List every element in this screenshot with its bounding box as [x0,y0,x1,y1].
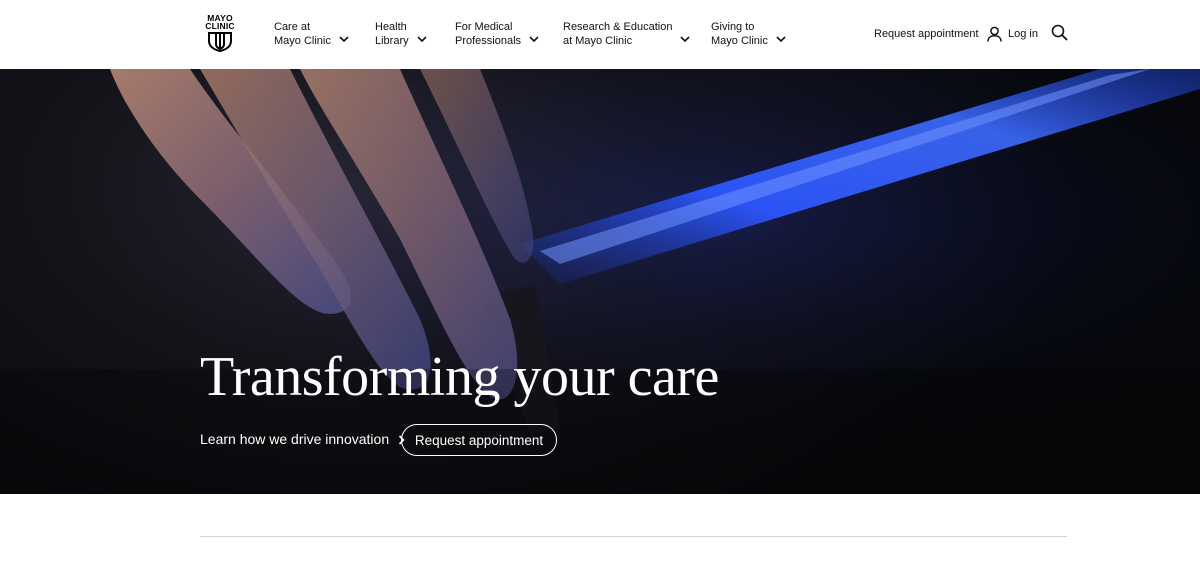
nav-health-library[interactable]: Health Library [375,19,427,49]
hero-background-image [0,69,1200,494]
nav-label-line2: at Mayo Clinic [563,35,633,47]
header-request-appointment-link[interactable]: Request appointment [874,24,979,44]
user-icon [987,26,1002,42]
chevron-down-icon [529,35,539,42]
nav-care-at-mayo-clinic[interactable]: Care at Mayo Clinic [274,19,349,49]
nav-for-medical-professionals[interactable]: For Medical Professionals [455,19,539,49]
chevron-down-icon [776,35,786,42]
nav-label-line1: Giving to [711,21,755,33]
logo-word-bottom: CLINIC [205,21,235,31]
nav-label-line1: Research & Education [563,21,673,33]
nav-label: For Medical Professionals [455,20,521,48]
hero-title: Transforming your care [200,346,719,408]
nav-giving-to-mayo-clinic[interactable]: Giving to Mayo Clinic [711,19,786,49]
section-divider [200,536,1067,537]
site-header: MAYO CLINIC Care at Mayo Clinic Health L… [0,0,1200,69]
nav-label-line2: Mayo Clinic [711,35,768,47]
learn-innovation-label: Learn how we drive innovation [200,431,390,447]
nav-research-education[interactable]: Research & Education at Mayo Clinic [563,19,691,49]
login-link[interactable]: Log in [987,24,1038,44]
mayo-shield-icon [208,32,232,52]
chevron-down-icon [417,35,427,42]
chevron-down-icon [680,35,691,42]
login-label: Log in [1008,28,1038,40]
nav-label-line1: Care at [274,21,311,33]
nav-label-line1: Health [375,21,407,33]
hero-banner: Transforming your care Learn how we driv… [0,69,1200,494]
nav-label: Research & Education at Mayo Clinic [563,20,672,48]
nav-label: Care at Mayo Clinic [274,20,331,48]
chevron-down-icon [339,35,349,42]
nav-label-line2: Library [375,35,409,47]
search-icon [1051,24,1067,41]
nav-label: Giving to Mayo Clinic [711,20,768,48]
search-button[interactable] [1050,24,1068,42]
nav-label: Health Library [375,20,409,48]
nav-label-line2: Mayo Clinic [274,35,331,47]
hero-request-appointment-button[interactable]: Request appointment [401,424,557,456]
learn-innovation-link[interactable]: Learn how we drive innovation [200,431,405,447]
nav-label-line1: For Medical [455,21,513,33]
mayo-clinic-logo[interactable]: MAYO CLINIC [203,14,237,54]
nav-label-line2: Professionals [455,35,522,47]
